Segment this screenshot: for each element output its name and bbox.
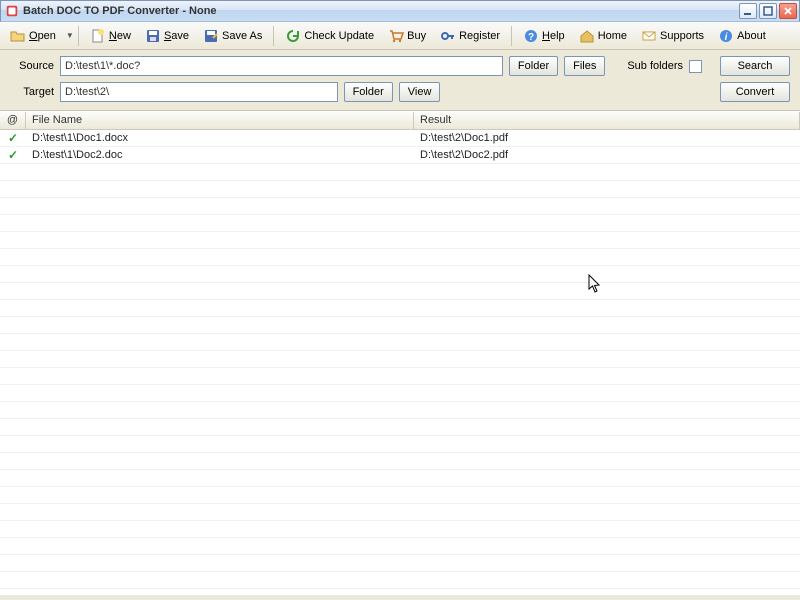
table-row — [0, 436, 800, 453]
table-row — [0, 249, 800, 266]
target-folder-button[interactable]: Folder — [344, 82, 393, 102]
save-icon — [145, 28, 161, 44]
titlebar: Batch DOC TO PDF Converter - None — [0, 0, 800, 22]
close-button[interactable] — [779, 3, 797, 19]
results-table: @ File Name Result ✓D:\test\1\Doc1.docxD… — [0, 111, 800, 595]
table-row — [0, 283, 800, 300]
table-header: @ File Name Result — [0, 112, 800, 130]
new-button[interactable]: New — [84, 25, 137, 47]
svg-text:?: ? — [528, 32, 534, 43]
toolbar: Open ▼ New Save Save As Check Update Buy… — [0, 22, 800, 50]
save-as-button[interactable]: Save As — [197, 25, 268, 47]
filename-cell: D:\test\1\Doc1.docx — [26, 132, 414, 144]
buy-button[interactable]: Buy — [382, 25, 432, 47]
target-view-button[interactable]: View — [399, 82, 441, 102]
table-row — [0, 504, 800, 521]
table-row — [0, 232, 800, 249]
path-section: Source Folder Files Sub folders Search T… — [0, 50, 800, 111]
table-row — [0, 419, 800, 436]
target-label: Target — [10, 86, 54, 98]
table-row — [0, 538, 800, 555]
table-row — [0, 521, 800, 538]
result-cell: D:\test\2\Doc1.pdf — [414, 132, 800, 144]
app-icon — [5, 4, 19, 18]
home-button[interactable]: Home — [573, 25, 633, 47]
target-input[interactable] — [60, 82, 338, 102]
refresh-icon — [285, 28, 301, 44]
table-row — [0, 368, 800, 385]
convert-button[interactable]: Convert — [720, 82, 790, 102]
table-row — [0, 487, 800, 504]
col-status[interactable]: @ — [0, 112, 26, 129]
table-row — [0, 300, 800, 317]
subfolders-label: Sub folders — [627, 60, 683, 72]
window-title: Batch DOC TO PDF Converter - None — [23, 5, 739, 17]
result-cell: D:\test\2\Doc2.pdf — [414, 149, 800, 161]
help-button[interactable]: ? Help — [517, 25, 571, 47]
separator — [273, 26, 274, 46]
table-row — [0, 402, 800, 419]
status-cell: ✓ — [0, 148, 26, 162]
search-button[interactable]: Search — [720, 56, 790, 76]
table-row — [0, 215, 800, 232]
separator — [78, 26, 79, 46]
table-row — [0, 164, 800, 181]
table-row — [0, 470, 800, 487]
source-files-button[interactable]: Files — [564, 56, 605, 76]
source-input[interactable] — [60, 56, 503, 76]
minimize-button[interactable] — [739, 3, 757, 19]
svg-text:i: i — [725, 32, 728, 43]
col-filename[interactable]: File Name — [26, 112, 414, 129]
register-button[interactable]: Register — [434, 25, 506, 47]
check-update-button[interactable]: Check Update — [279, 25, 380, 47]
col-result[interactable]: Result — [414, 112, 800, 129]
save-button[interactable]: Save — [139, 25, 195, 47]
source-label: Source — [10, 60, 54, 72]
table-row — [0, 351, 800, 368]
source-folder-button[interactable]: Folder — [509, 56, 558, 76]
folder-open-icon — [10, 28, 26, 44]
cart-icon — [388, 28, 404, 44]
key-icon — [440, 28, 456, 44]
separator — [511, 26, 512, 46]
table-row — [0, 453, 800, 470]
status-cell: ✓ — [0, 131, 26, 145]
filename-cell: D:\test\1\Doc2.doc — [26, 149, 414, 161]
table-row — [0, 572, 800, 589]
table-row — [0, 385, 800, 402]
table-row — [0, 317, 800, 334]
help-icon: ? — [523, 28, 539, 44]
table-row — [0, 589, 800, 595]
save-as-icon — [203, 28, 219, 44]
subfolders-checkbox[interactable] — [689, 60, 702, 73]
open-button[interactable]: Open — [4, 25, 62, 47]
maximize-button[interactable] — [759, 3, 777, 19]
table-row[interactable]: ✓ D:\test\1\Doc2.docD:\test\2\Doc2.pdf — [0, 147, 800, 164]
new-file-icon — [90, 28, 106, 44]
table-row — [0, 181, 800, 198]
check-ok-icon: ✓ — [8, 131, 18, 145]
info-icon: i — [718, 28, 734, 44]
check-ok-icon: ✓ — [8, 148, 18, 162]
supports-button[interactable]: Supports — [635, 25, 710, 47]
table-row — [0, 555, 800, 572]
mail-icon — [641, 28, 657, 44]
home-icon — [579, 28, 595, 44]
open-dropdown-icon[interactable]: ▼ — [66, 31, 73, 40]
table-row[interactable]: ✓ D:\test\1\Doc1.docxD:\test\2\Doc1.pdf — [0, 130, 800, 147]
table-body: ✓ D:\test\1\Doc1.docxD:\test\2\Doc1.pdf ✓ D… — [0, 130, 800, 595]
about-button[interactable]: i About — [712, 25, 772, 47]
table-row — [0, 266, 800, 283]
table-row — [0, 334, 800, 351]
table-row — [0, 198, 800, 215]
